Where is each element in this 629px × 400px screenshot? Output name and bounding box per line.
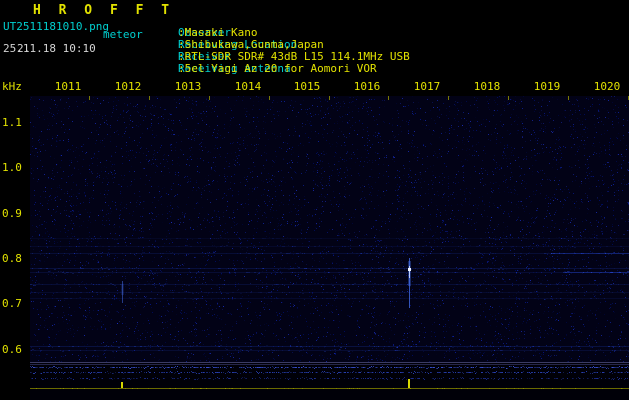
y-axis-unit-label: kHz [2, 80, 22, 93]
time-tick-label: 1013 [174, 80, 202, 93]
time-tick-label: 1018 [473, 80, 501, 93]
spectrogram-canvas [30, 96, 629, 362]
time-tick-label: 1011 [54, 80, 82, 93]
freq-tick-label: 1.0 [2, 161, 22, 174]
freq-tick-label: 1.1 [2, 116, 22, 129]
app-title: H R O F F T [33, 3, 175, 18]
time-tick-label: 1014 [234, 80, 262, 93]
freq-tick-label: 0.9 [2, 207, 22, 220]
time-tick-label: 1015 [293, 80, 321, 93]
mode-label: meteor [103, 28, 143, 41]
info-value: :5el Yagi Az 20 for Aomori VOR [178, 62, 377, 75]
freq-tick-label: 0.8 [2, 252, 22, 265]
freq-tick-label: 0.6 [2, 343, 22, 356]
signal-level-strip-canvas [30, 362, 629, 400]
echo-count-label: 2. [17, 42, 31, 55]
station-info: Observer:Masaki Kano Receiving Location:… [178, 3, 410, 75]
time-tick-label: 1016 [353, 80, 381, 93]
hrofft-screen: H R O F F T UT2511181010.png meteor 25.1… [0, 0, 629, 400]
freq-tick-label: 0.7 [2, 297, 22, 310]
time-tick-label: 1019 [533, 80, 561, 93]
file-name-label: UT2511181010.png [3, 20, 109, 33]
time-tick-label: 1012 [114, 80, 142, 93]
time-tick-label: 1017 [413, 80, 441, 93]
time-tick-label: 1020 [593, 80, 621, 93]
